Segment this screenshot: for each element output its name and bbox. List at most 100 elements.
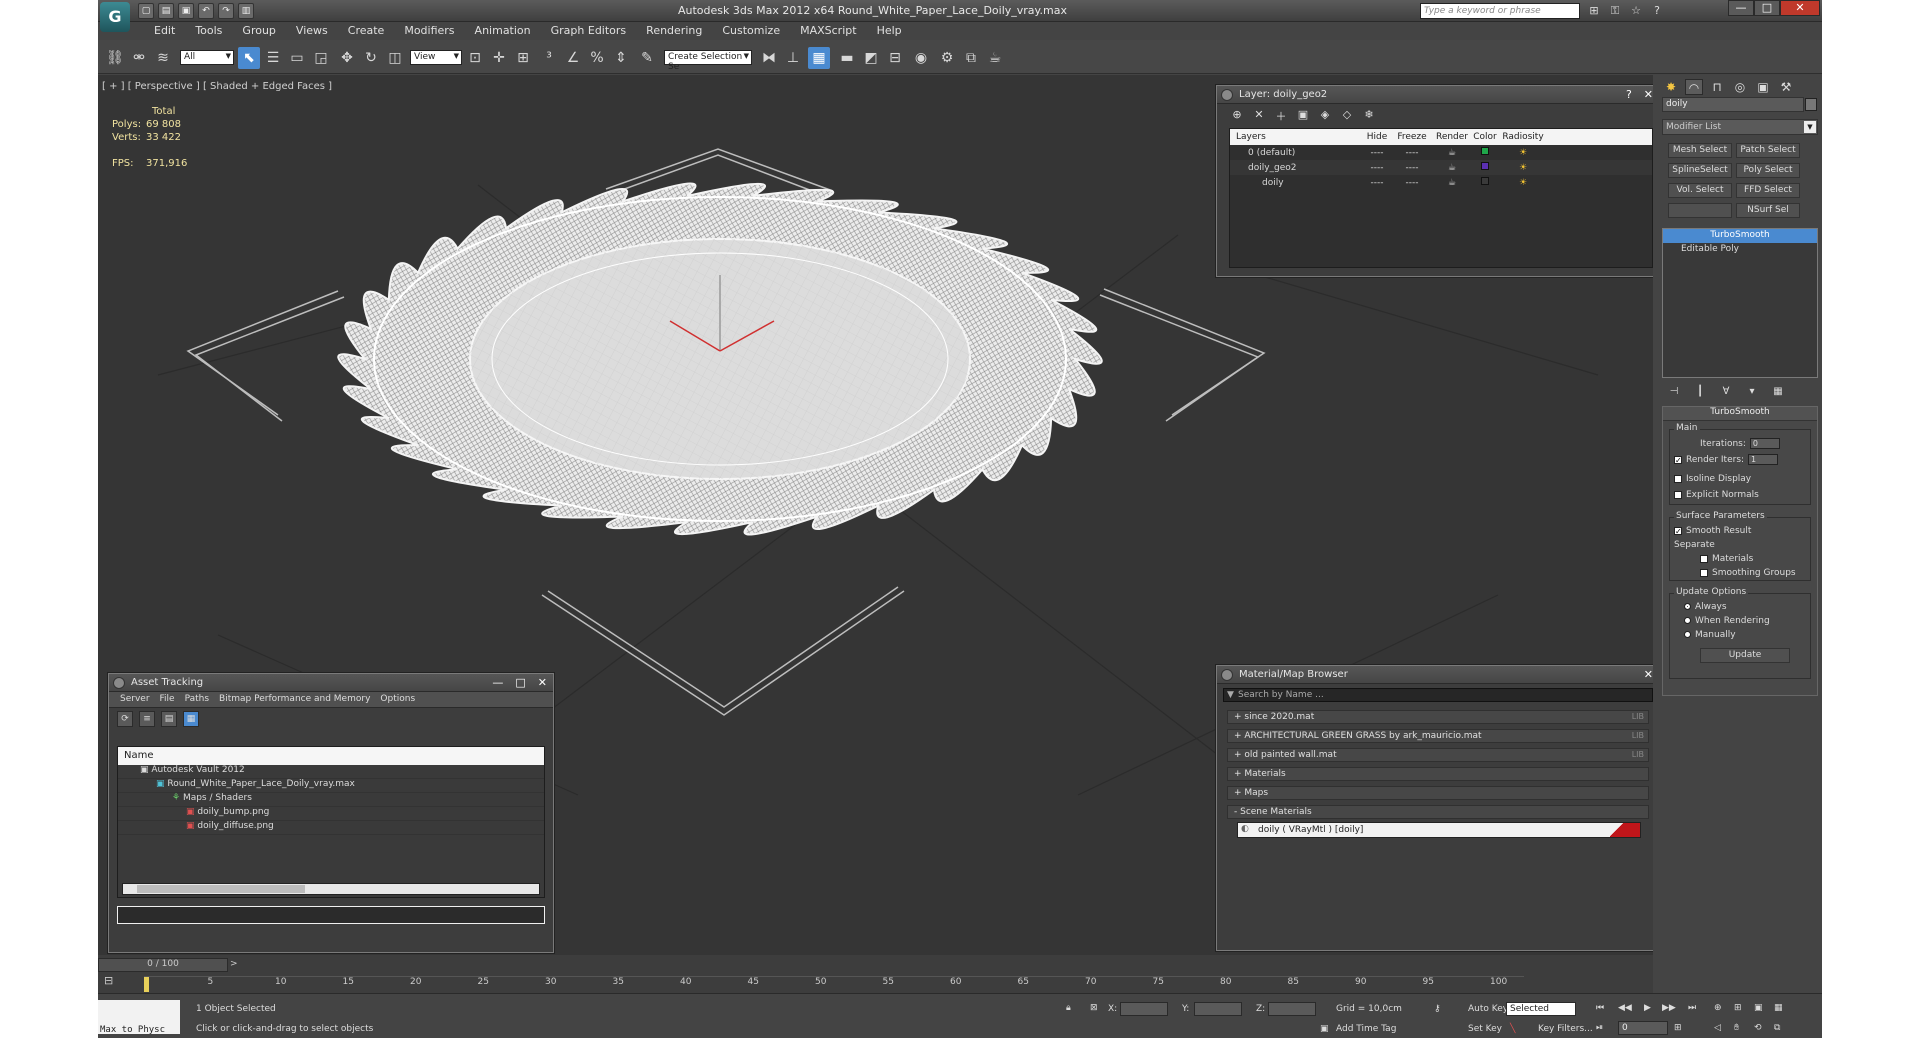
layer-freeze[interactable]: ---- — [1392, 163, 1432, 173]
pin-stack-icon[interactable]: ⊣ — [1668, 386, 1680, 398]
goto-end-icon[interactable]: ⏭ — [1688, 1003, 1696, 1013]
group-materials[interactable]: + Materials — [1227, 767, 1649, 781]
time-marker[interactable] — [144, 977, 149, 992]
layer-row-default[interactable]: 0 (default) ---- ---- ☕ ☀ — [1230, 145, 1652, 160]
menu-views[interactable]: Views — [286, 24, 338, 37]
make-unique-icon[interactable]: ∀ — [1720, 386, 1732, 398]
display-tab-icon[interactable]: ▣ — [1754, 79, 1772, 95]
previous-key-icon[interactable]: ◀◀ — [1618, 1003, 1632, 1013]
help-icon[interactable]: ? — [1649, 3, 1665, 19]
manually-radio[interactable] — [1684, 631, 1691, 638]
freeze-all-icon[interactable]: ❄ — [1361, 108, 1377, 122]
configure-sets-icon[interactable]: ▦ — [1772, 386, 1784, 398]
maximize-viewport-icon[interactable]: ⧉ — [1774, 1023, 1780, 1033]
radiosity-icon[interactable]: ☀ — [1498, 148, 1548, 158]
menu-modifiers[interactable]: Modifiers — [394, 24, 464, 37]
layer-freeze[interactable]: ---- — [1392, 148, 1432, 158]
select-and-manipulate-icon[interactable]: ✛ — [488, 47, 510, 69]
favorites-icon[interactable]: ☆ — [1628, 3, 1644, 19]
utilities-tab-icon[interactable]: ⚒ — [1777, 79, 1795, 95]
asset-minimize-icon[interactable]: — — [492, 676, 503, 689]
menu-rendering[interactable]: Rendering — [636, 24, 712, 37]
named-selection-dropdown[interactable]: Create Selection Se — [664, 50, 752, 72]
default-key-icon[interactable]: ⚷ — [1434, 1004, 1441, 1014]
render-teapot-icon[interactable]: ☕ — [1432, 163, 1472, 173]
schematic-view-icon[interactable]: ⊟ — [884, 47, 906, 69]
vol-select-button[interactable]: Vol. Select — [1668, 183, 1732, 198]
add-to-layer-icon[interactable]: ＋ — [1273, 108, 1289, 123]
show-end-result-icon[interactable]: ┃ — [1694, 386, 1706, 398]
layer-hide[interactable]: ---- — [1362, 148, 1392, 158]
layer-help-icon[interactable]: ? — [1626, 88, 1632, 101]
reference-coordinate-dropdown[interactable]: View — [410, 50, 462, 65]
smooth-result-checkbox[interactable]: ✓ — [1674, 526, 1682, 535]
rendered-frame-window-icon[interactable]: ⧉ — [960, 47, 982, 69]
redo-icon[interactable]: ↷ — [218, 3, 234, 19]
binoculars-icon[interactable]: ⊞ — [1586, 3, 1602, 19]
orbit-icon[interactable]: ⟲ — [1754, 1023, 1762, 1033]
y-coordinate-field[interactable] — [1194, 1002, 1242, 1016]
update-button[interactable]: Update — [1700, 648, 1790, 663]
auto-key-button[interactable]: Auto Key — [1468, 1004, 1508, 1014]
spline-select-button[interactable]: SplineSelect — [1668, 163, 1732, 178]
field-of-view-icon[interactable]: ◁ — [1714, 1023, 1721, 1033]
col-hide[interactable]: Hide — [1362, 132, 1392, 142]
when-rendering-radio[interactable] — [1684, 617, 1691, 624]
next-key-icon[interactable]: ▶▶ — [1662, 1003, 1676, 1013]
viewport-label-menu[interactable]: [ + ] [ Perspective ] [ Shaded + Edged F… — [102, 81, 332, 92]
isoline-display-checkbox[interactable] — [1674, 474, 1682, 483]
modifier-list-dropdown[interactable]: Modifier List — [1662, 119, 1818, 135]
material-editor-icon[interactable]: ◉ — [910, 47, 932, 69]
curve-editor-icon[interactable]: ◩ — [860, 47, 882, 69]
select-objects-icon[interactable]: ▣ — [1295, 108, 1311, 122]
pan-icon[interactable]: ✋︎ — [1734, 1023, 1739, 1033]
library-green-grass[interactable]: + ARCHITECTURAL GREEN GRASS by ark_mauri… — [1227, 729, 1649, 743]
time-slider[interactable]: 0 / 100 — [98, 958, 228, 972]
key-filters-button[interactable]: Key Filters... — [1538, 1024, 1593, 1034]
mini-curve-editor-icon[interactable]: ⊟ — [104, 974, 120, 990]
radiosity-icon[interactable]: ☀ — [1498, 178, 1548, 188]
pivot-center-icon[interactable]: ⊡ — [464, 47, 486, 69]
zoom-icon[interactable]: ⊕ — [1714, 1003, 1722, 1013]
menu-maxscript[interactable]: MAXScript — [790, 24, 866, 37]
ffd-select-button[interactable]: FFD Select — [1736, 183, 1800, 198]
window-crossing-icon[interactable]: ◲ — [310, 47, 332, 69]
current-frame-field[interactable]: 0 — [1618, 1021, 1668, 1035]
graphite-ribbon-icon[interactable]: ▬ — [836, 47, 858, 69]
snaps-toggle-icon[interactable]: ³ — [538, 47, 560, 69]
layer-color-swatch[interactable] — [1481, 147, 1489, 155]
render-iters-checkbox[interactable]: ✓ — [1674, 455, 1682, 464]
object-name-field[interactable]: doily — [1662, 97, 1817, 112]
perspective-viewport[interactable]: [ + ] [ Perspective ] [ Shaded + Edged F… — [98, 75, 1653, 955]
nsurf-sel-button[interactable]: NSurf Sel — [1736, 203, 1800, 218]
menu-help[interactable]: Help — [867, 24, 912, 37]
create-tab-icon[interactable]: ✸ — [1662, 79, 1680, 95]
object-color-swatch[interactable] — [1805, 98, 1817, 111]
selection-filter-dropdown[interactable]: All — [180, 50, 234, 65]
set-key-icon[interactable]: ╲ — [1510, 1024, 1515, 1034]
material-search-input[interactable]: ▼ Search by Name ... — [1223, 688, 1653, 702]
time-tag-icon[interactable]: ▣ — [1320, 1024, 1329, 1034]
create-layer-icon[interactable]: ⊕ — [1229, 108, 1245, 122]
select-object-icon[interactable]: ⬉ — [238, 47, 260, 69]
layer-color-swatch[interactable] — [1481, 177, 1489, 185]
search-input[interactable]: Type a keyword or phrase — [1420, 3, 1580, 19]
lock-selection-icon[interactable]: 🔒︎ — [1066, 1003, 1071, 1013]
play-icon[interactable]: ▶ — [1644, 1003, 1651, 1013]
layer-row-doily-geo2[interactable]: doily_geo2 ---- ---- ☕ ☀ — [1230, 160, 1652, 175]
layer-row-doily[interactable]: doily ---- ---- ☕ ☀ — [1230, 175, 1652, 190]
menu-tools[interactable]: Tools — [185, 24, 232, 37]
layer-color-swatch[interactable] — [1481, 162, 1489, 170]
asset-close-icon[interactable]: ✕ — [538, 676, 547, 689]
asset-menu-bitmap[interactable]: Bitmap Performance and Memory — [214, 694, 375, 705]
layer-freeze[interactable]: ---- — [1392, 178, 1432, 188]
keyboard-shortcut-override-icon[interactable]: ⊞ — [512, 47, 534, 69]
minimize-button[interactable]: — — [1728, 0, 1754, 16]
x-coordinate-field[interactable] — [1120, 1002, 1168, 1016]
menu-create[interactable]: Create — [338, 24, 395, 37]
save-icon[interactable]: ▣ — [178, 3, 194, 19]
undo-icon[interactable]: ↶ — [198, 3, 214, 19]
time-config-icon[interactable]: ⊞ — [1674, 1023, 1682, 1033]
asset-menu-server[interactable]: Server — [115, 694, 155, 705]
grid-view-icon[interactable]: ▦ — [183, 711, 199, 727]
